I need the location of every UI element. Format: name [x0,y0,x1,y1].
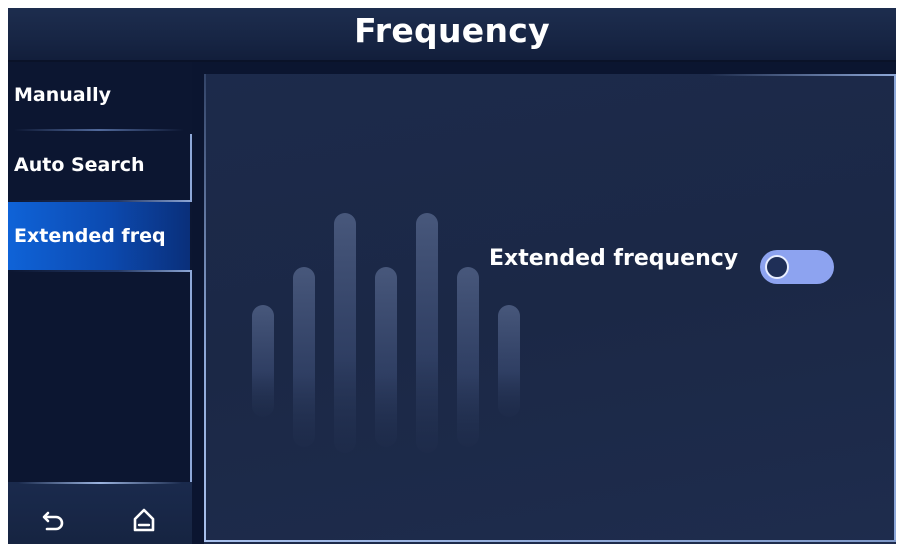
equalizer-bar [334,213,356,453]
extended-frequency-toggle[interactable] [760,250,834,284]
app-screen: Frequency Manually Auto Search Extended … [8,8,896,544]
equalizer-bar [375,267,397,447]
extended-frequency-label: Extended frequency [489,246,739,271]
equalizer-bar [457,267,479,447]
equalizer-bar [293,267,315,447]
equalizer-bar [416,213,438,453]
equalizer-bar [252,305,274,417]
equalizer-bar [498,305,520,417]
toggle-knob [765,255,789,279]
